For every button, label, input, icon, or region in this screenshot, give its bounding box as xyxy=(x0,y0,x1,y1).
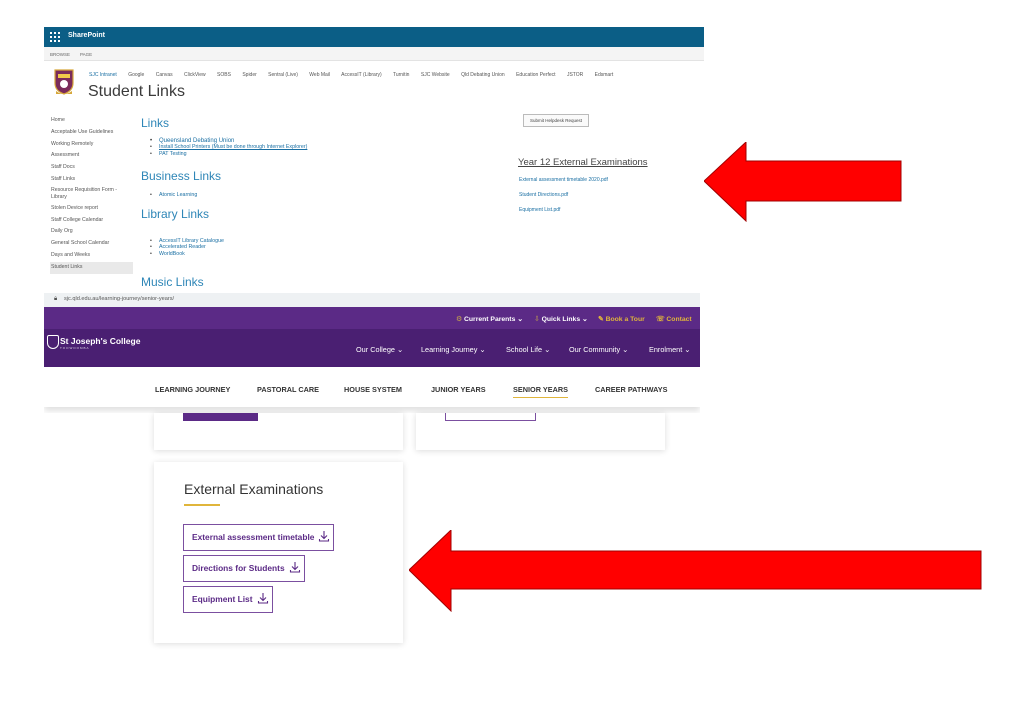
content-card xyxy=(154,413,403,450)
book-a-tour-link[interactable]: ✎ Book a Tour xyxy=(598,315,645,323)
nav-item-resource-requisition[interactable]: Resource Requisition Form - Library xyxy=(50,186,133,203)
external-assessment-timetable-button[interactable]: External assessment timetable xyxy=(183,524,334,551)
section-sub-navigation: LEARNING JOURNEY PASTORAL CARE HOUSE SYS… xyxy=(44,367,700,407)
business-links-list: Atomic Learning xyxy=(150,192,197,199)
nav-item-assessment[interactable]: Assessment xyxy=(50,150,133,162)
top-link-clickview[interactable]: ClickView xyxy=(184,72,206,78)
lock-icon: 🔒︎ xyxy=(54,296,58,302)
top-link-spider[interactable]: Spider xyxy=(242,72,256,78)
contact-link[interactable]: ☏ Contact xyxy=(656,315,692,323)
library-links-heading: Library Links xyxy=(141,207,210,221)
ribbon-tab-browse[interactable]: BROWSE xyxy=(50,52,70,57)
menu-enrolment[interactable]: Enrolment ⌄ xyxy=(649,345,690,354)
content-card xyxy=(416,413,665,450)
top-link-sobs[interactable]: SOBS xyxy=(217,72,231,78)
school-website-screenshot: 🔒︎ sjc.qld.edu.au/learning-journey/senio… xyxy=(44,293,700,413)
external-examinations-card: External Examinations External assessmen… xyxy=(154,462,403,643)
top-link-sjc-website[interactable]: SJC Website xyxy=(421,72,450,78)
menu-learning-journey[interactable]: Learning Journey ⌄ xyxy=(421,345,486,354)
links-heading: Links xyxy=(141,116,170,130)
directions-for-students-button[interactable]: Directions for Students xyxy=(183,555,305,582)
quick-links-link[interactable]: ⇩ Quick Links ⌄ xyxy=(534,315,588,323)
top-link-jstor[interactable]: JSTOR xyxy=(567,72,583,78)
sharepoint-suite-bar: SharePoint xyxy=(44,27,704,47)
top-link-web-mail[interactable]: Web Mail xyxy=(309,72,330,78)
year12-exams-heading[interactable]: Year 12 External Examinations xyxy=(518,157,648,168)
exam-files-list: External assessment timetable 2020.pdf S… xyxy=(519,177,608,222)
top-link-google[interactable]: Google xyxy=(128,72,144,78)
title-underline xyxy=(184,504,220,506)
button-label: External assessment timetable xyxy=(192,532,315,542)
top-link-canvas[interactable]: Canvas xyxy=(156,72,173,78)
subnav-senior-years[interactable]: SENIOR YEARS xyxy=(513,385,569,398)
top-link-sentral[interactable]: Sentral (Live) xyxy=(268,72,298,78)
main-navigation: St Joseph's College TOOWOOMBA Our Colleg… xyxy=(44,329,700,367)
nav-item-stolen-device[interactable]: Stolen Device report xyxy=(50,203,133,215)
equipment-list-button[interactable]: Equipment List xyxy=(183,586,273,613)
button-label: Directions for Students xyxy=(192,563,285,573)
subnav-career-pathways[interactable]: CAREER PATHWAYS xyxy=(595,385,667,394)
quick-launch-nav: Home Acceptable Use Guidelines Working R… xyxy=(50,115,133,274)
external-examinations-title: External Examinations xyxy=(184,481,324,497)
top-link-turnitin[interactable]: Turnitin xyxy=(393,72,410,78)
subnav-pastoral-care[interactable]: PASTORAL CARE xyxy=(257,385,319,394)
download-icon xyxy=(289,562,300,573)
download-icon xyxy=(319,531,330,542)
nav-item-student-links[interactable]: Student Links xyxy=(50,261,133,274)
file-link-directions[interactable]: Student Directions.pdf xyxy=(519,192,608,207)
ribbon-tab-page[interactable]: PAGE xyxy=(80,52,92,57)
links-list: Queensland Debating Union Install School… xyxy=(150,138,307,157)
menu-school-life[interactable]: School Life ⌄ xyxy=(506,345,550,354)
card-button-partial[interactable] xyxy=(183,413,258,421)
nav-item-acceptable-use[interactable]: Acceptable Use Guidelines xyxy=(50,127,133,139)
school-name[interactable]: St Joseph's College xyxy=(60,336,140,346)
business-links-heading: Business Links xyxy=(141,169,222,183)
top-link-sjc-intranet[interactable]: SJC Intranet xyxy=(89,72,117,78)
top-link-qld-debating[interactable]: Qld Debating Union xyxy=(461,72,505,78)
button-label: Equipment List xyxy=(192,594,253,604)
url-text[interactable]: sjc.qld.edu.au/learning-journey/senior-y… xyxy=(64,296,174,302)
subnav-junior-years[interactable]: JUNIOR YEARS xyxy=(431,385,486,394)
app-launcher-icon[interactable] xyxy=(50,32,60,42)
nav-item-days-weeks[interactable]: Days and Weeks xyxy=(50,250,133,262)
sharepoint-brand[interactable]: SharePoint xyxy=(68,32,105,39)
college-crest-icon xyxy=(54,69,74,95)
nav-item-staff-docs[interactable]: Staff Docs xyxy=(50,162,133,174)
college-logo-icon[interactable] xyxy=(47,335,59,349)
top-navigation-links: SJC Intranet Google Canvas ClickView SOB… xyxy=(89,72,623,78)
music-links-heading: Music Links xyxy=(141,275,204,289)
nav-item-daily-org[interactable]: Daily Org xyxy=(50,226,133,238)
subnav-learning-journey[interactable]: LEARNING JOURNEY xyxy=(155,385,230,394)
submit-helpdesk-button[interactable]: Submit Helpdesk Request xyxy=(523,114,589,127)
top-link-edsmart[interactable]: Edsmart xyxy=(595,72,614,78)
red-arrow-icon xyxy=(409,530,982,612)
link-pat-testing[interactable]: PAT Testing xyxy=(150,151,307,158)
link-atomic-learning[interactable]: Atomic Learning xyxy=(150,192,197,199)
page-title: Student Links xyxy=(88,83,185,100)
file-link-timetable[interactable]: External assessment timetable 2020.pdf xyxy=(519,177,608,192)
top-link-accessit[interactable]: AccessIT (Library) xyxy=(341,72,381,78)
nav-item-general-calendar[interactable]: General School Calendar xyxy=(50,238,133,250)
nav-item-staff-links[interactable]: Staff Links xyxy=(50,174,133,186)
nav-item-home[interactable]: Home xyxy=(50,115,133,127)
utility-bar: ⚙ Current Parents ⌄ ⇩ Quick Links ⌄ ✎ Bo… xyxy=(44,307,700,329)
card-button-partial[interactable] xyxy=(445,413,536,421)
download-icon xyxy=(257,593,268,604)
ribbon-tabs: BROWSE PAGE xyxy=(44,47,704,61)
nav-item-working-remotely[interactable]: Working Remotely xyxy=(50,139,133,151)
address-bar[interactable]: 🔒︎ sjc.qld.edu.au/learning-journey/senio… xyxy=(44,293,700,307)
nav-item-staff-calendar[interactable]: Staff College Calendar xyxy=(50,215,133,227)
sharepoint-screenshot: SharePoint BROWSE PAGE SJC Intranet Goog… xyxy=(44,27,704,289)
library-links-list: AccessIT Library Catalogue Accelerated R… xyxy=(150,238,224,257)
school-location: TOOWOOMBA xyxy=(60,346,90,350)
menu-our-community[interactable]: Our Community ⌄ xyxy=(569,345,628,354)
current-parents-link[interactable]: ⚙ Current Parents ⌄ xyxy=(456,315,523,323)
file-link-equipment[interactable]: Equipment List.pdf xyxy=(519,207,608,222)
menu-our-college[interactable]: Our College ⌄ xyxy=(356,345,403,354)
subnav-house-system[interactable]: HOUSE SYSTEM xyxy=(344,385,402,394)
red-arrow-icon xyxy=(704,142,902,222)
link-worldbook[interactable]: WorldBook xyxy=(150,251,224,258)
top-link-education-perfect[interactable]: Education Perfect xyxy=(516,72,555,78)
